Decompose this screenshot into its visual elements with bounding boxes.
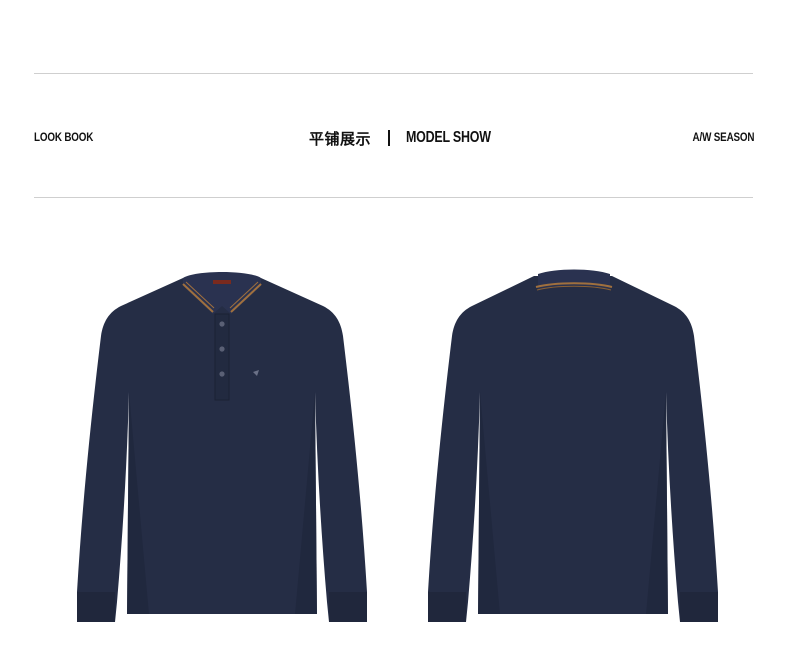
button-2 [219, 346, 225, 352]
season-label: A/W SEASON [692, 130, 754, 144]
bottom-divider-line [34, 197, 753, 198]
title-english: MODEL SHOW [406, 129, 491, 146]
back-left-cuff [428, 592, 466, 622]
polo-front-image [65, 262, 375, 632]
left-cuff [77, 592, 115, 622]
title-chinese: 平铺展示 [309, 129, 372, 148]
button-3 [219, 371, 225, 377]
polo-back-body-shape [428, 276, 718, 622]
back-right-cuff [680, 592, 718, 622]
section-header: LOOK BOOK 平铺展示 MODEL SHOW A/W SEASON [0, 124, 790, 152]
button-1 [219, 321, 225, 327]
right-cuff [329, 592, 367, 622]
section-title: 平铺展示 MODEL SHOW [309, 124, 515, 152]
look-book-label: LOOK BOOK [34, 130, 94, 144]
polo-back-image [416, 262, 726, 632]
title-separator [388, 130, 391, 146]
top-divider-line [34, 73, 753, 74]
